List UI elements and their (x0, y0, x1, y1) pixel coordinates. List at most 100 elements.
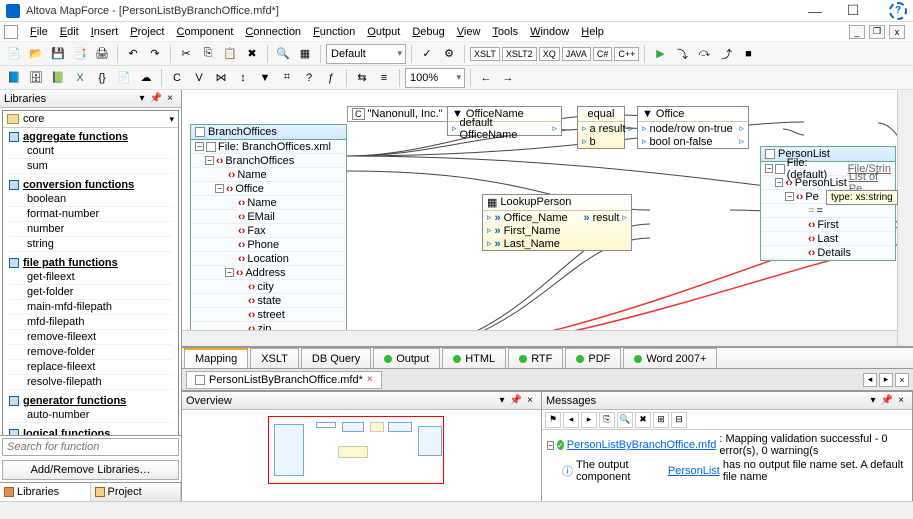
constant-node[interactable]: C "Nanonull, Inc." (347, 106, 448, 122)
mapping-canvas[interactable]: C "Nanonull, Inc." BranchOffices −File: … (182, 90, 913, 347)
minimize-button[interactable]: — (803, 3, 827, 19)
language-select[interactable]: Default (326, 44, 406, 64)
pin-icon[interactable]: ▾ (135, 92, 149, 106)
component-branchoffices[interactable]: BranchOffices −File: BranchOffices.xml−‹… (190, 124, 347, 347)
expand-icon[interactable]: − (205, 156, 214, 165)
library-function-item[interactable]: get-folder (9, 285, 172, 300)
library-function-item[interactable]: number (9, 222, 172, 237)
expand-icon[interactable]: − (225, 268, 234, 277)
function-lookupperson[interactable]: ▦LookupPerson ▹»Office_Name» result▹ ▹»F… (482, 194, 632, 251)
insert-db-icon[interactable]: 🗄 (26, 68, 46, 88)
maptab-html[interactable]: HTML (442, 348, 506, 368)
tree-row[interactable]: ‹›Name (191, 196, 346, 210)
tree-row[interactable]: −‹›BranchOffices (191, 154, 346, 168)
menu-connection[interactable]: Connection (239, 24, 307, 40)
insert-edi-icon[interactable]: 📗 (48, 68, 68, 88)
menu-output[interactable]: Output (361, 24, 406, 40)
library-function-item[interactable]: get-fileext (9, 270, 172, 285)
autohide-icon[interactable]: 📌 (880, 394, 894, 408)
msg-collapse-icon[interactable]: ⊟ (671, 412, 687, 428)
message-row[interactable]: − ✓ PersonListByBranchOffice.mfd : Mappi… (544, 432, 910, 458)
autohide-icon[interactable]: 📌 (509, 394, 523, 408)
tree-row[interactable]: == (761, 204, 895, 218)
insert-constant-icon[interactable]: C (167, 68, 187, 88)
tree-row[interactable]: ‹›Location (191, 252, 346, 266)
add-remove-libraries-button[interactable]: Add/Remove Libraries… (2, 460, 179, 480)
library-function-item[interactable]: boolean (9, 192, 172, 207)
cut-icon[interactable]: ✂ (176, 44, 196, 64)
msg-find-icon[interactable]: 🔍 (617, 412, 633, 428)
tree-row[interactable]: ‹›street (191, 308, 346, 322)
insert-excel-icon[interactable]: X (70, 68, 90, 88)
lang-xq-button[interactable]: XQ (539, 47, 560, 61)
menu-component[interactable]: Component (171, 24, 240, 40)
library-function-item[interactable]: count (9, 144, 172, 159)
mdi-close-button[interactable]: x (889, 25, 905, 39)
menu-function[interactable]: Function (307, 24, 361, 40)
redo-icon[interactable]: ↷ (145, 44, 165, 64)
maptab-pdf[interactable]: PDF (565, 348, 621, 368)
library-function-item[interactable]: main-mfd-filepath (9, 300, 172, 315)
menu-project[interactable]: Project (124, 24, 170, 40)
library-function-item[interactable]: replace-fileext (9, 360, 172, 375)
panel-close-icon[interactable]: × (894, 394, 908, 408)
tab-prev-button[interactable]: ◂ (863, 373, 877, 387)
autohide-icon[interactable]: 📌 (149, 92, 163, 106)
pin-icon[interactable]: ▾ (866, 394, 880, 408)
lang-java-button[interactable]: JAVA (562, 47, 591, 61)
insert-var-icon[interactable]: V (189, 68, 209, 88)
msg-expand-icon[interactable]: ⊞ (653, 412, 669, 428)
pin-icon[interactable]: ▾ (495, 394, 509, 408)
expand-icon[interactable]: − (215, 184, 224, 193)
insert-join-icon[interactable]: ⋈ (211, 68, 231, 88)
expand-icon[interactable]: − (765, 164, 773, 173)
canvas-scrollbar-vertical[interactable] (897, 90, 913, 346)
debug-step-icon[interactable]: ⤵ (672, 44, 692, 64)
insert-fn-icon[interactable]: ƒ (321, 68, 341, 88)
zoom-select[interactable]: 100% (405, 68, 465, 88)
copy-icon[interactable]: ⎘ (198, 44, 218, 64)
function-equal[interactable]: equal ▹aresult▹ ▹b (577, 106, 625, 149)
insert-sql-icon[interactable]: ⌗ (277, 68, 297, 88)
component-icon[interactable]: ▦ (295, 44, 315, 64)
msg-next-icon[interactable]: ▸ (581, 412, 597, 428)
expand-icon[interactable]: − (195, 142, 204, 151)
insert-xml-icon[interactable]: 📘 (4, 68, 24, 88)
library-function-item[interactable]: format-number (9, 207, 172, 222)
lang-xslt2-button[interactable]: XSLT2 (502, 47, 537, 61)
tree-row[interactable]: ‹›First (761, 218, 895, 232)
run-icon[interactable]: ▶ (650, 44, 670, 64)
menu-insert[interactable]: Insert (85, 24, 125, 40)
msg-filter-icon[interactable]: ⚑ (545, 412, 561, 428)
debug-stop-icon[interactable]: ■ (738, 44, 758, 64)
tree-row[interactable]: ‹›Last (761, 232, 895, 246)
project-tab[interactable]: Project (91, 483, 182, 501)
library-search-input[interactable] (2, 438, 179, 456)
delete-icon[interactable]: ✖ (242, 44, 262, 64)
library-function-item[interactable]: string (9, 237, 172, 252)
tree-row[interactable]: ‹›Fax (191, 224, 346, 238)
message-link[interactable]: PersonListByBranchOffice.mfd (567, 439, 717, 451)
menu-help[interactable]: Help (575, 24, 610, 40)
maptab-word-2007+[interactable]: Word 2007+ (623, 348, 717, 368)
insert-sort-icon[interactable]: ↕ (233, 68, 253, 88)
menu-view[interactable]: View (451, 24, 487, 40)
save-icon[interactable]: 💾 (48, 44, 68, 64)
component-office-filter[interactable]: ▼Office ▹node/row on-true▹ ▹bool on-fals… (637, 106, 749, 149)
menu-window[interactable]: Window (524, 24, 575, 40)
message-link[interactable]: PersonList (668, 465, 720, 477)
insert-filter-icon[interactable]: ▼ (255, 68, 275, 88)
tab-close-button[interactable]: × (895, 373, 909, 387)
library-core-header[interactable]: core ▾ (3, 111, 178, 128)
document-tab-close-icon[interactable]: × (367, 374, 373, 385)
tree-row[interactable]: −File: BranchOffices.xml (191, 140, 346, 154)
autoconnect-icon[interactable]: ⇆ (352, 68, 372, 88)
library-group-header[interactable]: conversion functions (9, 178, 172, 192)
expand-icon[interactable]: − (547, 441, 554, 450)
align-icon[interactable]: ≡ (374, 68, 394, 88)
tree-row[interactable]: ‹›EMail (191, 210, 346, 224)
library-function-item[interactable]: remove-fileext (9, 330, 172, 345)
lang-c#-button[interactable]: C# (593, 47, 613, 61)
msg-prev-icon[interactable]: ◂ (563, 412, 579, 428)
insert-json-icon[interactable]: {} (92, 68, 112, 88)
